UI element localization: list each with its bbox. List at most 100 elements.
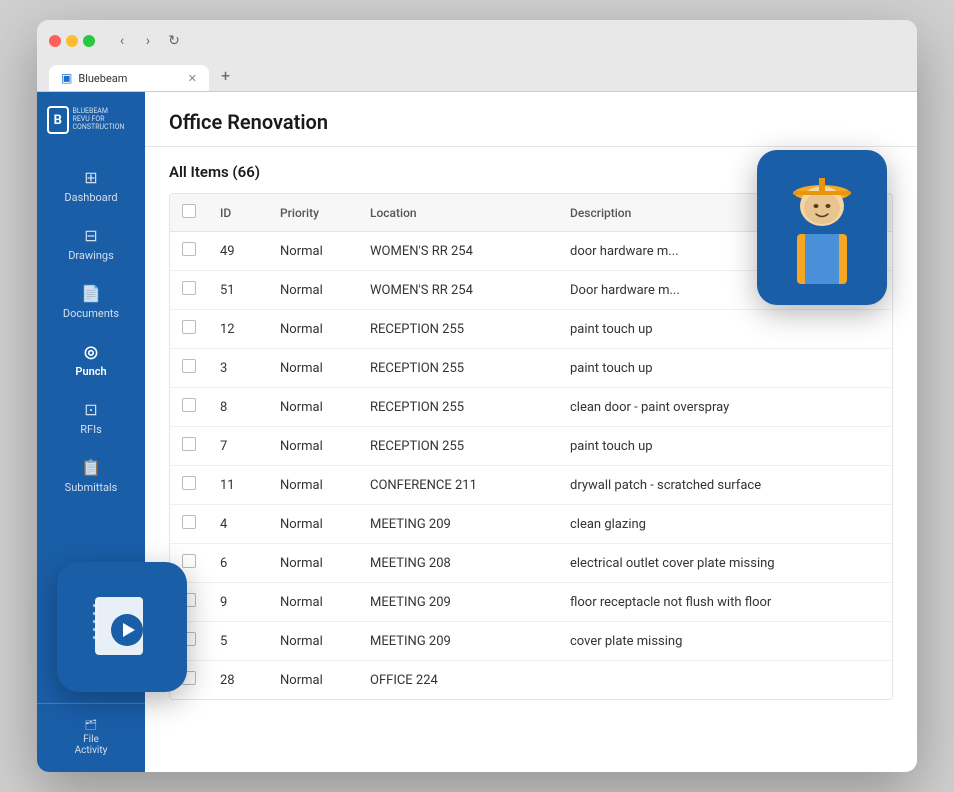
select-all-checkbox[interactable]: [182, 204, 196, 218]
file-activity-label: FileActivity: [75, 734, 108, 756]
row-priority: Normal: [268, 427, 358, 466]
new-tab-button[interactable]: +: [211, 60, 240, 91]
row-checkbox-cell[interactable]: [170, 271, 208, 310]
refresh-button[interactable]: ↻: [163, 30, 185, 52]
table-row[interactable]: 8 Normal RECEPTION 255 clean door - pain…: [170, 388, 892, 427]
row-priority: Normal: [268, 505, 358, 544]
row-checkbox-cell[interactable]: [170, 466, 208, 505]
row-priority: Normal: [268, 544, 358, 583]
row-description: paint touch up: [558, 427, 892, 466]
row-checkbox-cell[interactable]: [170, 310, 208, 349]
traffic-lights: [49, 35, 95, 47]
table-row[interactable]: 12 Normal RECEPTION 255 paint touch up: [170, 310, 892, 349]
row-id: 5: [208, 622, 268, 661]
row-description: clean door - paint overspray: [558, 388, 892, 427]
header-priority: Priority: [268, 194, 358, 232]
sidebar-item-documents[interactable]: 📄 Documents: [43, 274, 139, 330]
row-description: drywall patch - scratched surface: [558, 466, 892, 505]
row-checkbox[interactable]: [182, 359, 196, 373]
browser-chrome: ‹ › ↻ ▣ Bluebeam ✕ +: [37, 20, 917, 92]
row-checkbox[interactable]: [182, 554, 196, 568]
table-row[interactable]: 6 Normal MEETING 208 electrical outlet c…: [170, 544, 892, 583]
row-checkbox[interactable]: [182, 281, 196, 295]
table-row[interactable]: 11 Normal CONFERENCE 211 drywall patch -…: [170, 466, 892, 505]
row-checkbox-cell[interactable]: [170, 232, 208, 271]
sidebar-item-label: RFIs: [80, 423, 102, 436]
row-location: MEETING 209: [358, 505, 558, 544]
sidebar-item-punch[interactable]: ◎ Punch: [43, 332, 139, 388]
notebook-icon: [87, 592, 157, 662]
row-id: 3: [208, 349, 268, 388]
row-priority: Normal: [268, 271, 358, 310]
row-id: 49: [208, 232, 268, 271]
row-priority: Normal: [268, 388, 358, 427]
sidebar-item-rfis[interactable]: ⊡ RFIs: [43, 390, 139, 446]
page-title: Office Renovation: [169, 110, 893, 134]
forward-button[interactable]: ›: [137, 30, 159, 52]
sidebar-item-dashboard[interactable]: ⊞ Dashboard: [43, 158, 139, 214]
worker-illustration: [767, 158, 877, 298]
row-id: 12: [208, 310, 268, 349]
table-row[interactable]: 9 Normal MEETING 209 floor receptacle no…: [170, 583, 892, 622]
back-button[interactable]: ‹: [111, 30, 133, 52]
sidebar-item-label: Drawings: [68, 249, 114, 262]
row-checkbox[interactable]: [182, 476, 196, 490]
browser-tab[interactable]: ▣ Bluebeam ✕: [49, 65, 209, 91]
sidebar-item-file-activity[interactable]: 🗂 FileActivity: [43, 714, 139, 762]
tab-close-button[interactable]: ✕: [188, 72, 197, 85]
row-location: CONFERENCE 211: [358, 466, 558, 505]
table-row[interactable]: 5 Normal MEETING 209 cover plate missing: [170, 622, 892, 661]
sidebar-logo: B BLUEBEAM REVU FOR CONSTRUCTION: [37, 92, 145, 148]
sidebar-item-label: Submittals: [65, 481, 118, 494]
row-checkbox-cell[interactable]: [170, 388, 208, 427]
sidebar-item-submittals[interactable]: 📋 Submittals: [43, 448, 139, 504]
sidebar-item-drawings[interactable]: ⊟ Drawings: [43, 216, 139, 272]
header-location: Location: [358, 194, 558, 232]
row-priority: Normal: [268, 466, 358, 505]
header-checkbox[interactable]: [170, 194, 208, 232]
maximize-button[interactable]: [83, 35, 95, 47]
file-activity-icon: 🗂: [85, 720, 98, 731]
row-description: paint touch up: [558, 349, 892, 388]
row-priority: Normal: [268, 622, 358, 661]
row-id: 6: [208, 544, 268, 583]
floating-icon-box: [57, 562, 187, 692]
row-description: floor receptacle not flush with floor: [558, 583, 892, 622]
row-priority: Normal: [268, 232, 358, 271]
table-row[interactable]: 4 Normal MEETING 209 clean glazing: [170, 505, 892, 544]
tab-icon: ▣: [61, 71, 72, 85]
rfis-icon: ⊡: [84, 400, 97, 419]
logo-text: BLUEBEAM REVU FOR CONSTRUCTION: [73, 108, 136, 131]
documents-icon: 📄: [81, 284, 101, 303]
punch-icon: ◎: [84, 342, 98, 361]
row-checkbox-cell[interactable]: [170, 427, 208, 466]
row-id: 8: [208, 388, 268, 427]
row-checkbox[interactable]: [182, 242, 196, 256]
table-row[interactable]: 7 Normal RECEPTION 255 paint touch up: [170, 427, 892, 466]
sidebar-item-label: Documents: [63, 307, 119, 320]
sidebar-item-label: Dashboard: [64, 191, 117, 204]
logo-icon: B: [47, 106, 69, 134]
page-header: Office Renovation: [145, 92, 917, 147]
row-checkbox[interactable]: [182, 515, 196, 529]
dashboard-icon: ⊞: [84, 168, 97, 187]
submittals-icon: 📋: [81, 458, 101, 477]
minimize-button[interactable]: [66, 35, 78, 47]
table-row[interactable]: 3 Normal RECEPTION 255 paint touch up: [170, 349, 892, 388]
row-location: MEETING 209: [358, 622, 558, 661]
drawings-icon: ⊟: [84, 226, 97, 245]
row-priority: Normal: [268, 583, 358, 622]
row-location: MEETING 209: [358, 583, 558, 622]
row-checkbox[interactable]: [182, 398, 196, 412]
row-id: 28: [208, 661, 268, 700]
row-checkbox-cell[interactable]: [170, 349, 208, 388]
row-id: 51: [208, 271, 268, 310]
row-id: 4: [208, 505, 268, 544]
row-checkbox[interactable]: [182, 437, 196, 451]
table-row[interactable]: 28 Normal OFFICE 224: [170, 661, 892, 700]
sidebar-footer: 🗂 FileActivity: [37, 703, 145, 772]
close-button[interactable]: [49, 35, 61, 47]
row-id: 9: [208, 583, 268, 622]
row-checkbox[interactable]: [182, 320, 196, 334]
row-checkbox-cell[interactable]: [170, 505, 208, 544]
